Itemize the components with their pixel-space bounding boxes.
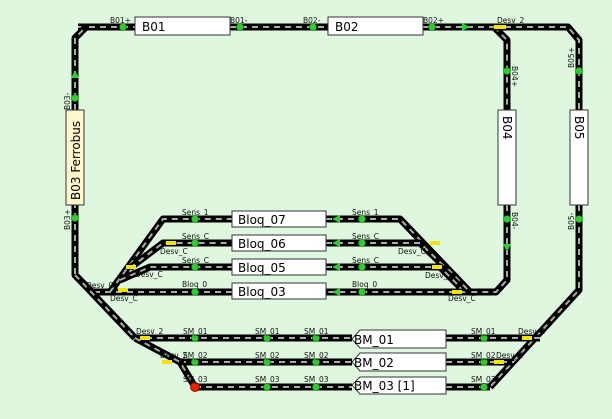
sensor-18 <box>358 288 366 296</box>
label-sm03-a: SM_03 <box>183 375 208 384</box>
label-sm02-c: SM_02 <box>304 351 329 360</box>
block-bm03[interactable]: BM_03 [1] <box>351 376 447 395</box>
label-sm02-a: SM_02 <box>183 351 208 360</box>
layout-panel: B01 B02 B03 Ferrobus B04 B05 Bloq_07 Blo… <box>0 0 612 419</box>
block-b05[interactable]: B05 <box>569 109 589 206</box>
block-bm03-label: BM_03 [1] <box>354 379 415 393</box>
label-b04-minus: B04- <box>510 212 519 230</box>
block-b02-label: B02 <box>335 20 359 34</box>
sensor-8 <box>575 215 583 223</box>
label-desv-ll-b: Desv_2 <box>425 271 452 280</box>
block-bm02-label: BM_02 <box>354 356 394 370</box>
label-sens-c1-left: Sens_C <box>182 232 209 241</box>
label-sm01-c: SM_01 <box>304 327 329 336</box>
block-bloq06[interactable]: Bloq_06 <box>231 234 327 252</box>
sensor-5 <box>503 67 511 75</box>
label-desv-lr: Desv_C <box>448 294 476 303</box>
block-b03-label: B03 Ferrobus <box>69 121 83 200</box>
label-b02-minus: B02- <box>303 16 321 25</box>
label-b05-minus: B05- <box>567 212 576 230</box>
block-bloq07-label: Bloq_07 <box>238 213 286 227</box>
block-b04-label: B04 <box>500 116 514 140</box>
label-b03-minus: B03- <box>63 92 72 110</box>
turnout-layer <box>118 25 532 364</box>
sensor-6 <box>503 215 511 223</box>
label-b04-plus: B04+ <box>510 66 519 87</box>
label-sm01-d: SM_01 <box>471 327 496 336</box>
label-b03-plus: B03+ <box>63 209 72 230</box>
label-sm-desv-r2: Desv_2 <box>496 351 523 360</box>
label-sm03-d: SM_03 <box>471 375 496 384</box>
label-desv-ll-c: Desv_C <box>86 281 114 290</box>
label-desv-ll-a: Desv_C <box>135 270 163 279</box>
sensor-9 <box>71 94 79 102</box>
label-bloq0-right: Bloq_0 <box>352 280 377 289</box>
sensor-27 <box>263 383 271 391</box>
label-sens-c1-right: Sens_C <box>352 232 379 241</box>
label-desv-c-left: Desv_C <box>160 247 188 256</box>
block-b03-ferrobus[interactable]: B03 Ferrobus <box>65 109 85 206</box>
label-sens-c2-right: Sens_C <box>352 256 379 265</box>
label-desv-c-right: Desv_C <box>398 247 426 256</box>
label-sm03-c: SM_03 <box>304 375 329 384</box>
block-b05-label: B05 <box>572 116 586 140</box>
label-bloq0-left: Bloq_0 <box>182 280 207 289</box>
label-b02-plus: B02+ <box>423 16 444 25</box>
label-b05-plus: B05+ <box>567 47 576 68</box>
label-sm02-d: SM_02 <box>471 351 496 360</box>
sensor-17 <box>191 288 199 296</box>
label-sens1-right: Sens_1 <box>352 208 379 217</box>
sensor-10 <box>71 214 79 222</box>
block-b04[interactable]: B04 <box>497 109 517 206</box>
sensor-28 <box>312 383 320 391</box>
label-desv-ll-d: Desv_C <box>110 294 138 303</box>
block-bm01[interactable]: BM_01 <box>351 329 447 349</box>
label-desv-top-right: Desv_2 <box>497 16 524 25</box>
sensor-7 <box>575 67 583 75</box>
block-bm01-label: BM_01 <box>354 333 394 347</box>
block-b01[interactable]: B01 <box>134 16 231 36</box>
sensor-29 <box>480 383 488 391</box>
label-sm02-b: SM_02 <box>255 351 280 360</box>
block-b01-label: B01 <box>142 20 166 34</box>
block-bloq05[interactable]: Bloq_05 <box>231 258 327 276</box>
label-b01-plus: B01+ <box>110 16 131 25</box>
label-sm-desv-r1: Desv_2 <box>518 327 545 336</box>
block-bloq03[interactable]: Bloq_03 <box>231 282 327 300</box>
block-bm02[interactable]: BM_02 <box>351 352 447 372</box>
label-b01-minus: B01- <box>230 16 248 25</box>
block-bloq07[interactable]: Bloq_07 <box>231 210 327 228</box>
block-bloq06-label: Bloq_06 <box>238 237 286 251</box>
track-plan: B01 B02 B03 Ferrobus B04 B05 Bloq_07 Blo… <box>63 16 589 395</box>
label-sm-desv-2a: Desv_2 <box>136 327 163 336</box>
label-sens1-left: Sens_1 <box>182 208 209 217</box>
block-b02[interactable]: B02 <box>327 16 424 36</box>
label-sm01-a: SM_01 <box>183 327 208 336</box>
label-sm01-b: SM_01 <box>255 327 280 336</box>
label-sens-c2-left: Sens_C <box>182 256 209 265</box>
block-bloq05-label: Bloq_05 <box>238 261 286 275</box>
label-sm03-b: SM_03 <box>255 375 280 384</box>
block-bloq03-label: Bloq_03 <box>238 285 286 299</box>
